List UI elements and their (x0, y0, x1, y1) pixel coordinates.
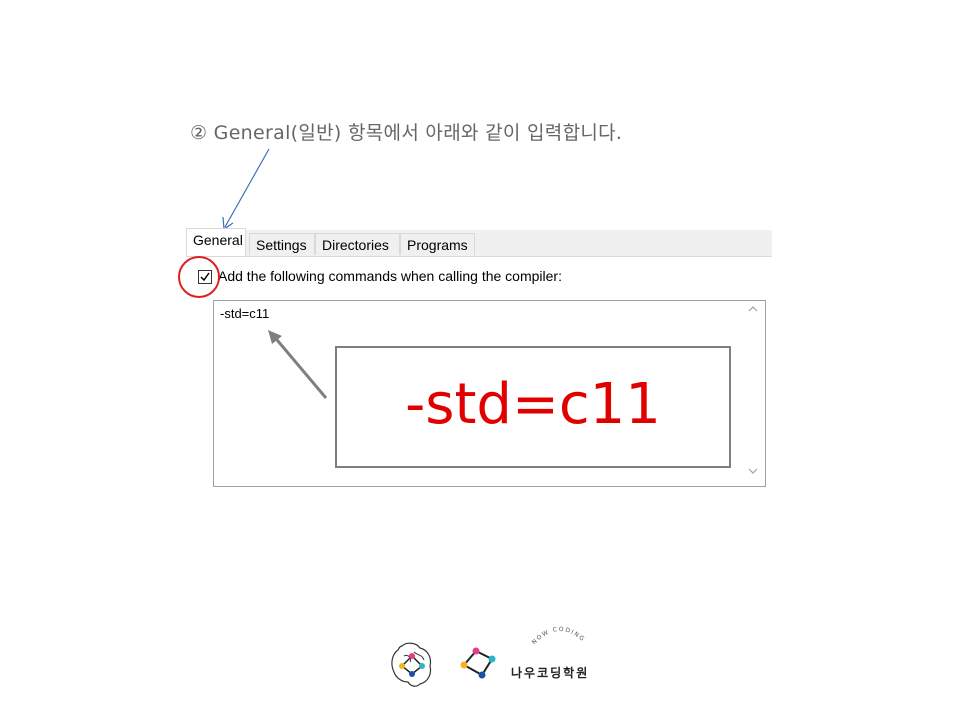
tab-general[interactable]: General (186, 228, 246, 256)
pointer-arrow-gray (268, 330, 328, 399)
textarea-value: -std=c11 (220, 306, 270, 321)
brand-name: 나우코딩학원 (511, 666, 590, 680)
tab-settings[interactable]: Settings (249, 233, 315, 255)
tab-directories[interactable]: Directories (315, 233, 400, 255)
callout-text: -std=c11 (405, 372, 661, 437)
svg-text:NOW CODING: NOW CODING (531, 626, 587, 646)
brain-logo-icon (391, 642, 432, 687)
tab-bar: General Settings Directories Programs (186, 228, 772, 257)
pointer-arrow-blue (222, 148, 270, 231)
compiler-commands-label: Add the following commands when calling … (218, 268, 562, 284)
highlight-circle (178, 256, 220, 298)
nowcoding-logo-icon (460, 647, 496, 679)
instruction-text: ② General(일반) 항목에서 아래와 같이 입력합니다. (190, 122, 623, 144)
scroll-down-icon[interactable] (746, 466, 760, 480)
brand-tagline: NOW CODING (531, 626, 587, 646)
tab-programs[interactable]: Programs (400, 233, 475, 255)
scroll-up-icon[interactable] (746, 304, 760, 318)
